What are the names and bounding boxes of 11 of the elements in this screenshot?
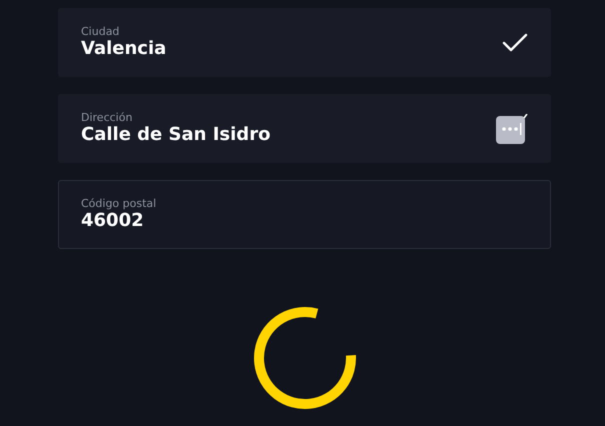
text-field[interactable]: Ciudad Valencia: [58, 8, 551, 77]
password-manager-icon[interactable]: [496, 114, 528, 144]
text-field[interactable]: Código postal 46002: [58, 180, 551, 249]
field-label: Código postal: [81, 197, 158, 210]
text-field[interactable]: Dirección Calle de San Isidro: [58, 94, 551, 163]
field-label: Ciudad: [81, 25, 120, 38]
field-value: Valencia: [81, 38, 168, 60]
field-value: Calle de San Isidro: [81, 124, 272, 146]
field-label: Dirección: [81, 111, 134, 124]
field-value: 46002: [81, 210, 145, 232]
checkmark-icon: [502, 32, 528, 52]
